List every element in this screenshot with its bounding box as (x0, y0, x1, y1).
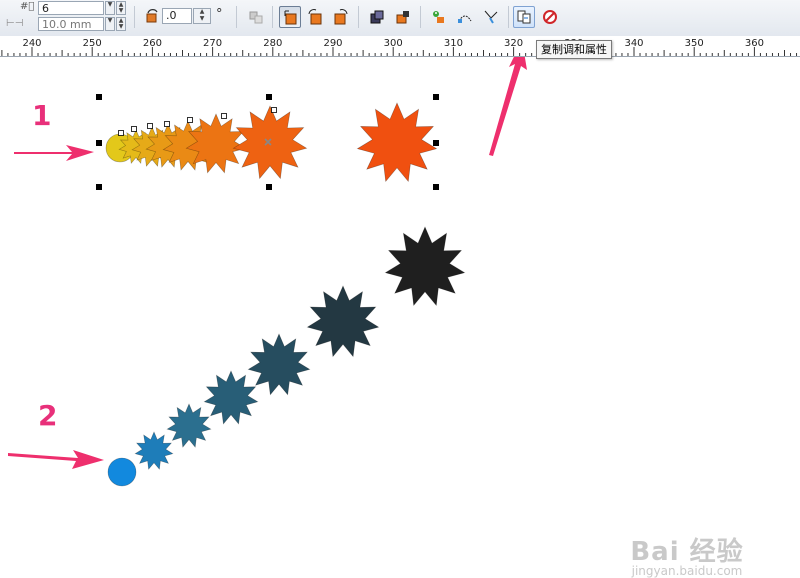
watermark-logo: Bai 经验 (630, 537, 744, 567)
blend-star[interactable] (247, 333, 311, 396)
watermark-url: jingyan.baidu.com (631, 564, 743, 578)
blend-circle[interactable] (107, 457, 137, 487)
step-label-2: 2 (38, 399, 58, 432)
blend-node-marker[interactable] (164, 121, 170, 127)
blend-node-marker[interactable] (147, 123, 153, 129)
blend-steps-input[interactable]: 6 (38, 1, 104, 15)
ruler-label: 310 (443, 38, 463, 49)
ruler-label: 350 (684, 38, 704, 49)
copy-blend-properties-tooltip: 复制调和属性 (536, 40, 612, 59)
toolbar-separator (134, 6, 135, 28)
blend-star[interactable] (134, 431, 174, 470)
blend-node-marker[interactable] (118, 130, 124, 136)
drawing-canvas[interactable]: 1 2 Bai 经验 jingyan.baidu.com (0, 57, 800, 578)
blend-star[interactable] (306, 285, 380, 358)
blend-star[interactable] (356, 102, 438, 183)
ruler-label: 320 (504, 38, 524, 49)
blend-steps-icon: #⃞ (20, 1, 35, 12)
loop-blend-button[interactable] (245, 6, 267, 28)
horizontal-ruler[interactable]: 240250260270280290300310320330340350360 (0, 36, 800, 57)
blend-group-1[interactable] (105, 102, 438, 183)
blend-star[interactable] (166, 403, 212, 448)
blend-star[interactable] (203, 370, 259, 425)
blend-node-marker[interactable] (131, 126, 137, 132)
object-color-acceleration-button[interactable] (366, 6, 388, 28)
clockwise-blend-button[interactable] (304, 6, 326, 28)
annotation-arrow-1 (14, 145, 94, 161)
ruler-label: 260 (142, 38, 162, 49)
blend-star[interactable] (232, 105, 308, 180)
ruler-label: 240 (22, 38, 42, 49)
blend-star[interactable] (384, 226, 466, 307)
toolbar-separator (358, 6, 359, 28)
toolbar-separator (236, 6, 237, 28)
blend-spacing-spinner[interactable]: ▲ ▼ (116, 17, 126, 31)
blend-node-marker[interactable] (221, 113, 227, 119)
ruler-label: 250 (82, 38, 102, 49)
clear-blend-button[interactable] (539, 6, 561, 28)
copy-blend-properties-button[interactable] (513, 6, 535, 28)
accelerate-sizes-button[interactable] (392, 6, 414, 28)
toolbar-separator (508, 6, 509, 28)
ruler-label: 290 (323, 38, 343, 49)
ruler-label: 270 (203, 38, 223, 49)
blend-rotation-spinner[interactable]: ▲ ▼ (193, 8, 211, 24)
toolbar-separator (420, 6, 421, 28)
ruler-label: 280 (263, 38, 283, 49)
more-blend-options-button[interactable] (480, 6, 502, 28)
property-bar: #⃞ 6 ▼ ▲ ▼ ⊢⊣ 10.0 mm ▼ ▲ ▼ .0 ▲ ▼ ° (0, 0, 800, 37)
blend-node-marker[interactable] (187, 117, 193, 123)
annotation-arrow-3 (489, 57, 527, 156)
blend-spacing-dropdown[interactable]: ▼ (105, 17, 115, 31)
ruler-label: 300 (383, 38, 403, 49)
blend-steps-spinner[interactable]: ▲ ▼ (116, 1, 126, 15)
degree-symbol: ° (216, 7, 223, 22)
blend-steps-dropdown[interactable]: ▼ (105, 1, 115, 15)
blend-rotation-icon (144, 8, 160, 27)
blend-rotation-input[interactable]: .0 (162, 8, 192, 24)
direct-blend-button[interactable] (279, 6, 301, 28)
annotation-arrow-2 (8, 450, 104, 469)
start-end-properties-button[interactable] (428, 6, 450, 28)
step-label-1: 1 (32, 99, 52, 132)
blend-spacing-input[interactable]: 10.0 mm (38, 17, 104, 31)
ruler-label: 360 (744, 38, 764, 49)
ruler-label: 340 (624, 38, 644, 49)
blend-group-2[interactable] (107, 226, 466, 487)
counterclockwise-blend-button[interactable] (330, 6, 352, 28)
path-properties-button[interactable] (454, 6, 476, 28)
toolbar-separator (272, 6, 273, 28)
blend-spacing-icon: ⊢⊣ (6, 18, 24, 29)
blend-node-marker[interactable] (271, 107, 277, 113)
